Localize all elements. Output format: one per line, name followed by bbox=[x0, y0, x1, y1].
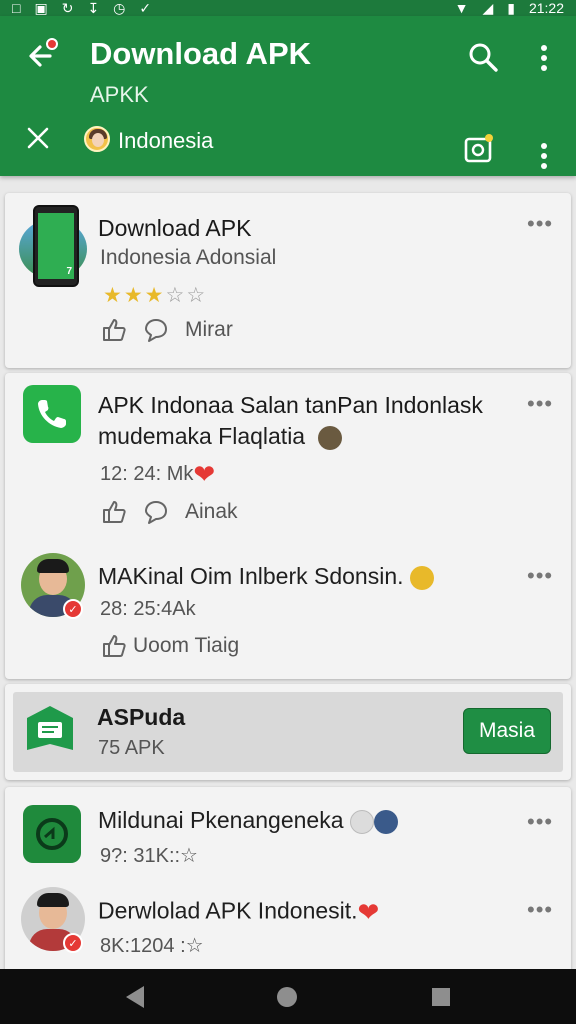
nav-recents-icon[interactable] bbox=[432, 988, 450, 1006]
card-title-line1[interactable]: APK Indonaa Salan tanPan Indonlask bbox=[98, 392, 483, 419]
verified-badge-icon: ✓ bbox=[63, 599, 83, 619]
like-icon[interactable] bbox=[101, 499, 127, 525]
face-emoji-icon bbox=[317, 425, 342, 450]
star-icon: ★ bbox=[123, 284, 143, 307]
clock-icon: ◷ bbox=[113, 0, 126, 16]
user-avatar-icon bbox=[374, 809, 399, 834]
overflow-menu-icon[interactable] bbox=[527, 391, 553, 417]
like-icon[interactable] bbox=[101, 317, 127, 343]
card-meta-row: 12: 24: Mk❤ bbox=[100, 459, 215, 490]
phone-call-icon bbox=[23, 385, 81, 443]
phone-screen-label: 7 bbox=[38, 213, 74, 279]
wifi-icon: ▼ bbox=[454, 0, 469, 16]
apk-card-download[interactable]: 7 Download APK Indonesia Adonsial ★ ★ ★ … bbox=[5, 193, 571, 368]
emoji-icon bbox=[409, 565, 434, 590]
star-outline-icon: ☆ bbox=[165, 284, 185, 307]
star-icon: ★ bbox=[144, 284, 164, 307]
comment-icon[interactable] bbox=[143, 499, 169, 525]
comment-icon[interactable] bbox=[143, 317, 169, 343]
apk-card-highlight[interactable]: ASPuda 75 APK Masia bbox=[5, 684, 571, 780]
close-icon[interactable] bbox=[24, 124, 52, 152]
search-icon[interactable] bbox=[466, 40, 500, 74]
apk-card-list-2: Mildunai Pkenangeneka 9?: 31K::☆ ✓ Derwl… bbox=[5, 787, 571, 977]
card-title[interactable]: Mildunai Pkenangeneka bbox=[98, 807, 344, 833]
more-options-icon-secondary[interactable] bbox=[530, 140, 558, 172]
country-selector[interactable]: Indonesia bbox=[118, 128, 213, 154]
overflow-menu-icon[interactable] bbox=[527, 211, 553, 237]
overflow-menu-icon[interactable] bbox=[527, 809, 553, 835]
overflow-menu-icon[interactable] bbox=[527, 563, 553, 589]
apk-card-list: APK Indonaa Salan tanPan Indonlask mudem… bbox=[5, 373, 571, 679]
battery-icon: ▮ bbox=[507, 0, 515, 16]
person-meta: 8K:1204 :☆ bbox=[100, 935, 204, 957]
verified-badge-icon: ✓ bbox=[63, 933, 83, 953]
card-title-row: Mildunai Pkenangeneka bbox=[98, 807, 399, 834]
message-icon bbox=[27, 706, 73, 750]
system-navigation-bar bbox=[0, 969, 576, 1024]
masia-button[interactable]: Masia bbox=[463, 708, 551, 754]
card-title: Download APK bbox=[98, 215, 252, 241]
camera-icon[interactable] bbox=[464, 134, 494, 164]
action-label[interactable]: Ainak bbox=[185, 500, 238, 524]
page-subtitle: APKK bbox=[90, 82, 149, 107]
status-left-icons: □ ▣ ↻ ↧ ◷ ✓ bbox=[12, 0, 151, 16]
notification-icon: □ bbox=[12, 0, 21, 16]
more-options-icon[interactable] bbox=[530, 42, 558, 74]
card-meta: 9?: 31K::☆ bbox=[100, 845, 198, 867]
like-icon[interactable] bbox=[101, 633, 127, 659]
card-meta: 12: 24: Mk bbox=[100, 462, 194, 485]
nav-back-icon[interactable] bbox=[126, 986, 144, 1008]
user-avatar-icon bbox=[349, 809, 374, 834]
overflow-menu-icon[interactable] bbox=[527, 897, 553, 923]
person-title[interactable]: MAKinal Oim Inlberk Sdonsin. bbox=[98, 563, 404, 589]
card-subtitle: Indonesia Adonsial bbox=[100, 246, 277, 269]
card-title-line2-row: mudemaka Flaqlatia bbox=[98, 423, 342, 450]
card-title: ASPuda bbox=[97, 704, 186, 730]
person-title-row: MAKinal Oim Inlberk Sdonsin. bbox=[98, 563, 434, 590]
action-label[interactable]: Mirar bbox=[185, 318, 233, 342]
notification-dot bbox=[46, 38, 58, 50]
status-bar: □ ▣ ↻ ↧ ◷ ✓ ▼ ◢ ▮ 21:22 bbox=[0, 0, 576, 16]
back-button[interactable] bbox=[24, 38, 60, 74]
person-meta: 28: 25:4Ak bbox=[100, 598, 196, 620]
card-actions: Mirar bbox=[101, 317, 233, 343]
signal-icon: ◢ bbox=[482, 0, 494, 16]
refresh-app-icon bbox=[23, 805, 81, 863]
person-actions: Uoom Tiaig bbox=[101, 633, 239, 659]
card-actions: Ainak bbox=[101, 499, 238, 525]
person-title-row: Derwlolad APK Indonesit.❤ bbox=[98, 897, 379, 928]
image-icon: ▣ bbox=[34, 0, 48, 16]
heart-icon: ❤ bbox=[357, 897, 380, 927]
card-subtitle: 75 APK bbox=[98, 737, 165, 759]
phone-app-icon: 7 bbox=[19, 203, 89, 287]
country-avatar bbox=[84, 126, 110, 152]
nav-home-icon[interactable] bbox=[277, 987, 297, 1007]
status-time: 21:22 bbox=[528, 0, 564, 16]
app-bar: Download APK APKK Indonesia bbox=[0, 16, 576, 176]
status-right: ▼ ◢ ▮ 21:22 bbox=[455, 0, 564, 16]
action-label[interactable]: Uoom Tiaig bbox=[133, 634, 239, 658]
download-icon: ↧ bbox=[87, 0, 100, 16]
card-title-line2[interactable]: mudemaka Flaqlatia bbox=[98, 423, 305, 449]
star-outline-icon: ☆ bbox=[186, 284, 206, 307]
sync-icon: ↻ bbox=[61, 0, 74, 16]
heart-icon: ❤ bbox=[193, 459, 216, 489]
check-icon: ✓ bbox=[139, 0, 152, 16]
star-rating: ★ ★ ★ ☆ ☆ bbox=[103, 283, 205, 308]
person-title[interactable]: Derwlolad APK Indonesit. bbox=[98, 898, 358, 924]
page-title: Download APK bbox=[90, 36, 312, 71]
star-icon: ★ bbox=[103, 284, 122, 307]
